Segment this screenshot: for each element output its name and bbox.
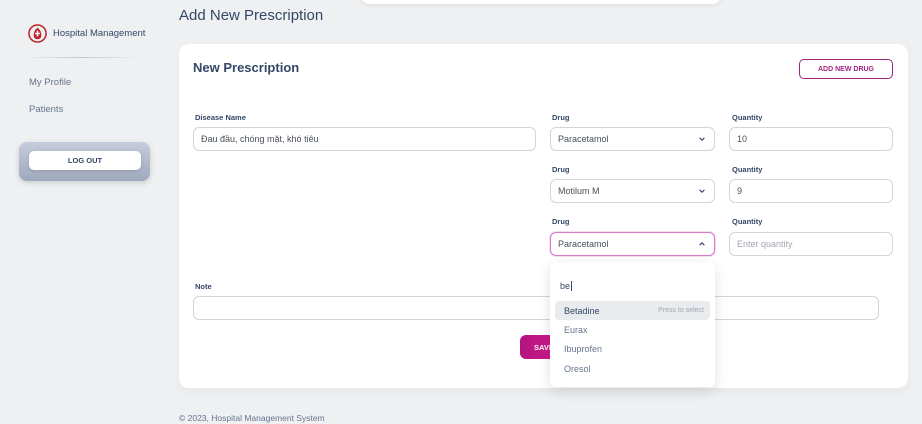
quantity-label-2: Quantity bbox=[732, 165, 763, 174]
dropdown-option-eurax[interactable]: Eurax bbox=[555, 320, 710, 339]
quantity-label-3: Quantity bbox=[732, 217, 763, 226]
drug-label-2: Drug bbox=[552, 165, 570, 174]
page-title: Add New Prescription bbox=[179, 7, 324, 24]
drug-label-1: Drug bbox=[552, 113, 570, 122]
sidebar-item-my-profile[interactable]: My Profile bbox=[29, 77, 71, 88]
note-label: Note bbox=[195, 282, 212, 291]
quantity-input-1[interactable]: 10 bbox=[729, 127, 893, 151]
logout-button[interactable]: LOG OUT bbox=[29, 151, 141, 170]
text-caret bbox=[571, 281, 573, 291]
prescription-card: New Prescription ADD NEW DRUG Disease Na… bbox=[179, 44, 908, 388]
quantity-input-3[interactable]: Enter quantity bbox=[729, 232, 893, 256]
drug-dropdown-menu: be Betadine Press to select Eurax Ibupro… bbox=[550, 262, 715, 387]
sidebar-item-patients[interactable]: Patients bbox=[29, 104, 63, 115]
drug-select-2-value: Motilum M bbox=[558, 186, 600, 196]
logout-card: LOG OUT bbox=[19, 142, 150, 181]
dropdown-option-oresol[interactable]: Oresol bbox=[555, 359, 710, 378]
note-input[interactable] bbox=[193, 296, 879, 320]
disease-name-label: Disease Name bbox=[195, 113, 246, 122]
drug-select-3[interactable]: Paracetamol bbox=[550, 232, 715, 256]
footer-copyright: © 2023, Hospital Management System bbox=[179, 413, 325, 423]
drug-label-3: Drug bbox=[552, 217, 570, 226]
dropdown-search-input[interactable]: be bbox=[560, 281, 573, 291]
drug-select-3-value: Paracetamol bbox=[558, 239, 609, 249]
top-navbar bbox=[360, 0, 722, 4]
chevron-up-icon bbox=[699, 242, 705, 246]
quantity-input-2[interactable]: 9 bbox=[729, 179, 893, 203]
drug-select-1-value: Paracetamol bbox=[558, 134, 609, 144]
hospital-logo-icon bbox=[28, 24, 47, 43]
dropdown-option-hint: Press to select bbox=[658, 307, 704, 314]
card-title: New Prescription bbox=[193, 60, 300, 75]
sidebar: Hospital Management My Profile Patients … bbox=[0, 0, 165, 424]
dropdown-option-betadine[interactable]: Betadine Press to select bbox=[555, 301, 710, 320]
add-new-drug-button[interactable]: ADD NEW DRUG bbox=[799, 59, 893, 79]
chevron-down-icon bbox=[699, 137, 705, 141]
dropdown-option-label: Betadine bbox=[564, 305, 600, 316]
drug-select-2[interactable]: Motilum M bbox=[550, 179, 715, 203]
sidebar-divider bbox=[24, 57, 139, 58]
quantity-label-1: Quantity bbox=[732, 113, 763, 122]
dropdown-option-ibuprofen[interactable]: Ibuprofen bbox=[555, 339, 710, 358]
brand[interactable]: Hospital Management bbox=[28, 24, 145, 43]
chevron-down-icon bbox=[699, 189, 705, 193]
dropdown-search-value: be bbox=[560, 281, 571, 291]
disease-name-input[interactable]: Đau đầu, chóng mặt, khó tiêu bbox=[193, 127, 536, 151]
drug-select-1[interactable]: Paracetamol bbox=[550, 127, 715, 151]
brand-name: Hospital Management bbox=[53, 28, 146, 39]
